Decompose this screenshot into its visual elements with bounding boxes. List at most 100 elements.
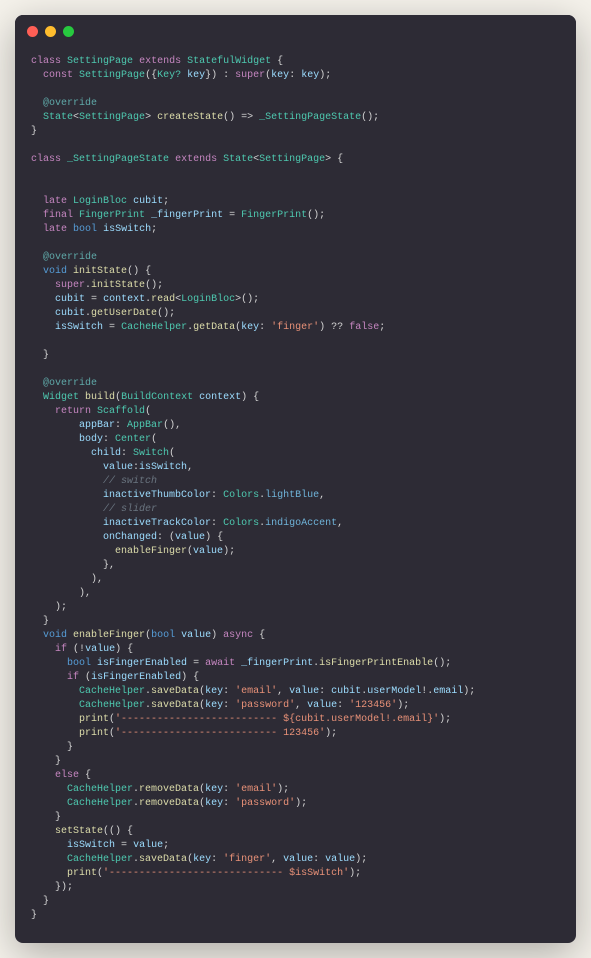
maximize-icon[interactable] <box>63 26 74 37</box>
var: _fingerPrint <box>151 210 223 221</box>
var: isSwitch <box>103 224 151 235</box>
var: isSwitch <box>67 840 115 851</box>
type: SettingPage <box>79 112 145 123</box>
comment: // slider <box>103 504 157 515</box>
keyword: await <box>205 658 235 669</box>
string: 'email' <box>235 686 277 697</box>
method: initState <box>73 266 127 277</box>
string: '-------------------------- ${cubit.user… <box>115 714 439 725</box>
param: key <box>187 70 205 81</box>
param: value <box>175 532 205 543</box>
keyword: class <box>31 56 61 67</box>
method: enableFinger <box>73 630 145 641</box>
class-name: _SettingPageState <box>67 154 169 165</box>
param: value <box>289 686 319 697</box>
class: Colors <box>223 518 259 529</box>
var: cubit <box>55 294 85 305</box>
param: value <box>283 854 313 865</box>
ctor: FingerPrint <box>241 210 307 221</box>
keyword: if <box>67 672 79 683</box>
class: AppBar <box>127 420 163 431</box>
class: Switch <box>133 448 169 459</box>
method: print <box>67 868 97 879</box>
close-icon[interactable] <box>27 26 38 37</box>
type: void <box>43 266 67 277</box>
var: _fingerPrint <box>241 658 313 669</box>
class: CacheHelper <box>67 854 133 865</box>
keyword: else <box>55 770 79 781</box>
type: FingerPrint <box>79 210 145 221</box>
method: createState <box>157 112 223 123</box>
string: 'finger' <box>223 854 271 865</box>
type: LoginBloc <box>181 294 235 305</box>
var: isFingerEnabled <box>91 672 181 683</box>
type: void <box>43 630 67 641</box>
class: CacheHelper <box>67 798 133 809</box>
type: Widget <box>43 392 79 403</box>
prop: body <box>79 434 103 445</box>
prop: inactiveThumbColor <box>103 490 211 501</box>
method: build <box>85 392 115 403</box>
string: 'email' <box>235 784 277 795</box>
prop: appBar <box>79 420 115 431</box>
class: CacheHelper <box>121 322 187 333</box>
type: bool <box>151 630 175 641</box>
type: BuildContext <box>121 392 193 403</box>
minimize-icon[interactable] <box>45 26 56 37</box>
param: key <box>205 700 223 711</box>
string: 'password' <box>235 700 295 711</box>
keyword: async <box>223 630 253 641</box>
keyword: return <box>55 406 91 417</box>
type: bool <box>73 224 97 235</box>
method: isFingerPrintEnable <box>319 658 433 669</box>
var: value <box>325 854 355 865</box>
method: saveData <box>151 700 199 711</box>
method: setState <box>55 826 103 837</box>
super: super <box>55 280 85 291</box>
string: '----------------------------- $isSwitch… <box>103 868 349 879</box>
param: context <box>199 392 241 403</box>
method: initState <box>91 280 145 291</box>
param: key <box>301 70 319 81</box>
method: print <box>79 728 109 739</box>
var: value <box>85 644 115 655</box>
type: bool <box>67 658 91 669</box>
class-name: SettingPage <box>67 56 133 67</box>
keyword: class <box>31 154 61 165</box>
method: print <box>79 714 109 725</box>
prop: lightBlue <box>265 490 319 501</box>
var: cubit <box>133 196 163 207</box>
param: key <box>241 322 259 333</box>
keyword: late <box>43 224 67 235</box>
class: Scaffold <box>97 406 145 417</box>
method: enableFinger <box>115 546 187 557</box>
method: read <box>151 294 175 305</box>
keyword: late <box>43 196 67 207</box>
keyword: final <box>43 210 73 221</box>
prop: userModel <box>367 686 421 697</box>
prop: email <box>433 686 463 697</box>
param: key <box>193 854 211 865</box>
param: value <box>181 630 211 641</box>
class: Center <box>115 434 151 445</box>
type: Key? <box>157 70 181 81</box>
window-titlebar <box>15 15 576 47</box>
type: LoginBloc <box>73 196 127 207</box>
class-name: _SettingPageState <box>259 112 361 123</box>
param: value <box>307 700 337 711</box>
prop: onChanged <box>103 532 157 543</box>
annotation: @override <box>43 252 97 263</box>
keyword: extends <box>175 154 217 165</box>
type: SettingPage <box>259 154 325 165</box>
method: saveData <box>139 854 187 865</box>
prop: indigoAccent <box>265 518 337 529</box>
class: Colors <box>223 490 259 501</box>
bool: false <box>349 322 379 333</box>
type: State <box>43 112 73 123</box>
param: key <box>271 70 289 81</box>
keyword: const <box>43 70 73 81</box>
prop: inactiveTrackColor <box>103 518 211 529</box>
prop: child <box>91 448 121 459</box>
var: value <box>133 840 163 851</box>
prop: value <box>103 462 133 473</box>
